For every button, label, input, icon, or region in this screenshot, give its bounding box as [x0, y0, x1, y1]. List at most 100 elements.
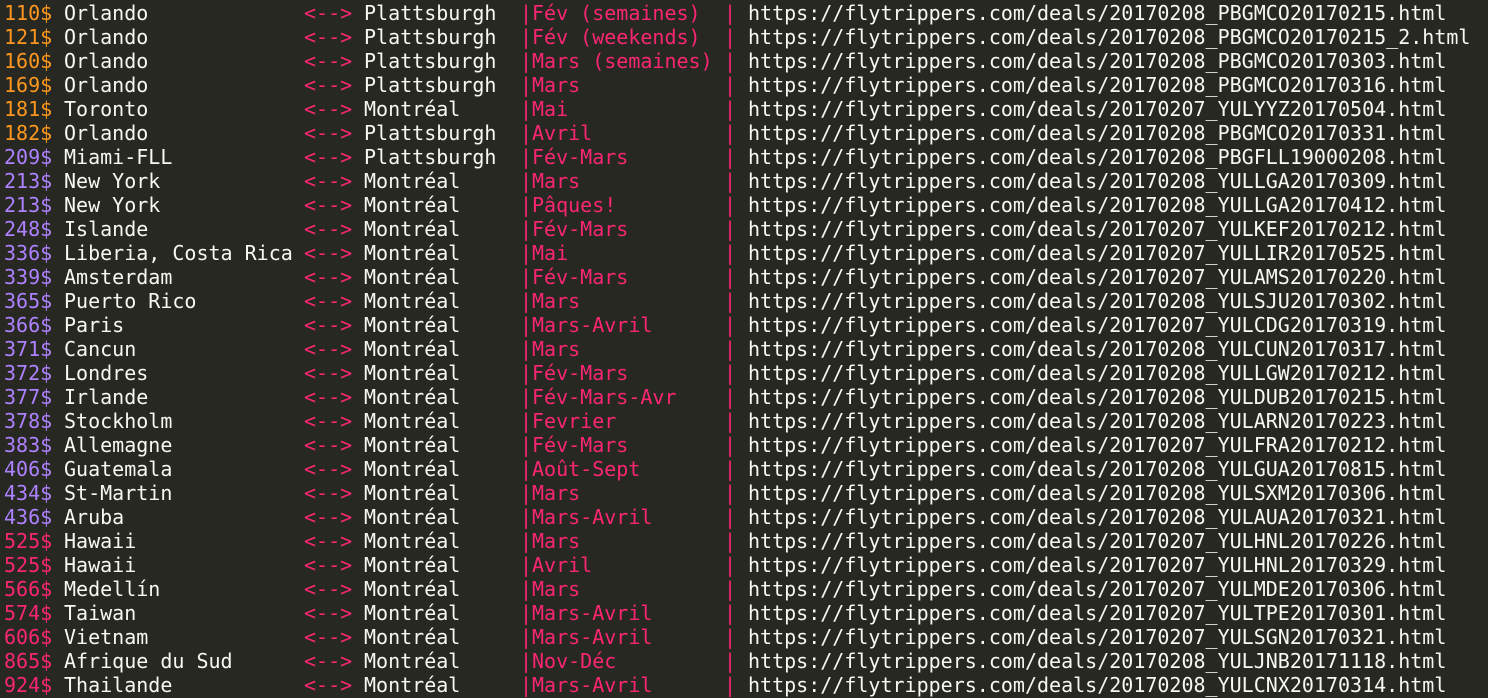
deal-url[interactable]: https://flytrippers.com/deals/20170208_P…: [748, 49, 1446, 73]
deal-url[interactable]: https://flytrippers.com/deals/20170208_Y…: [748, 409, 1446, 433]
deal-url[interactable]: https://flytrippers.com/deals/20170208_Y…: [748, 337, 1446, 361]
round-trip-arrow: <-->: [304, 577, 353, 601]
destination-city: Orlando: [64, 1, 149, 25]
round-trip-arrow: <-->: [304, 265, 353, 289]
column-separator: |: [724, 529, 737, 553]
deal-price: 248$: [4, 217, 53, 241]
column-separator: |: [724, 481, 737, 505]
deal-price: 121$: [4, 25, 53, 49]
destination-city: Islande: [64, 217, 149, 241]
deal-url[interactable]: https://flytrippers.com/deals/20170208_Y…: [748, 169, 1446, 193]
destination-city: Aruba: [64, 505, 125, 529]
travel-period: Fév-Mars: [532, 217, 629, 241]
travel-period: Mars-Avril: [532, 601, 653, 625]
round-trip-arrow: <-->: [304, 361, 353, 385]
deal-url[interactable]: https://flytrippers.com/deals/20170208_Y…: [748, 457, 1446, 481]
origin-city: Montréal: [364, 337, 461, 361]
origin-city: Montréal: [364, 409, 461, 433]
deal-price: 213$: [4, 169, 53, 193]
deal-row: 110$ Orlando <--> Plattsburgh | Fév (semaines…: [4, 1, 1484, 25]
destination-city: Stockholm: [64, 409, 173, 433]
deal-row: 181$ Toronto <--> Montréal | Mai | https://flyt…: [4, 97, 1484, 121]
origin-city: Montréal: [364, 385, 461, 409]
column-separator: |: [520, 601, 533, 625]
deal-url[interactable]: https://flytrippers.com/deals/20170208_Y…: [748, 673, 1446, 697]
origin-city: Plattsburgh: [364, 49, 497, 73]
origin-city: Montréal: [364, 673, 461, 697]
column-separator: |: [724, 145, 737, 169]
column-separator: |: [724, 313, 737, 337]
column-separator: |: [724, 121, 737, 145]
travel-period: Mars-Avril: [532, 313, 653, 337]
deal-url[interactable]: https://flytrippers.com/deals/20170208_Y…: [748, 193, 1446, 217]
column-separator: |: [724, 265, 737, 289]
column-separator: |: [520, 1, 533, 25]
destination-city: New York: [64, 193, 161, 217]
deal-price: 336$: [4, 241, 53, 265]
column-separator: |: [724, 1, 737, 25]
destination-city: Hawaii: [64, 553, 137, 577]
deal-price: 406$: [4, 457, 53, 481]
round-trip-arrow: <-->: [304, 193, 353, 217]
deal-url[interactable]: https://flytrippers.com/deals/20170207_Y…: [748, 241, 1446, 265]
deal-url[interactable]: https://flytrippers.com/deals/20170207_Y…: [748, 433, 1446, 457]
column-separator: |: [520, 241, 533, 265]
column-separator: |: [520, 97, 533, 121]
destination-city: Vietnam: [64, 625, 149, 649]
round-trip-arrow: <-->: [304, 481, 353, 505]
deal-price: 606$: [4, 625, 53, 649]
column-separator: |: [520, 73, 533, 97]
deal-price: 383$: [4, 433, 53, 457]
deal-row: 606$ Vietnam <--> Montréal | Mars-Avril | https…: [4, 625, 1484, 649]
origin-city: Plattsburgh: [364, 1, 497, 25]
deal-url[interactable]: https://flytrippers.com/deals/20170208_P…: [748, 145, 1446, 169]
deal-price: 181$: [4, 97, 53, 121]
deal-url[interactable]: https://flytrippers.com/deals/20170208_P…: [748, 25, 1470, 49]
deal-url[interactable]: https://flytrippers.com/deals/20170208_Y…: [748, 385, 1446, 409]
round-trip-arrow: <-->: [304, 601, 353, 625]
deal-url[interactable]: https://flytrippers.com/deals/20170207_Y…: [748, 313, 1446, 337]
round-trip-arrow: <-->: [304, 73, 353, 97]
destination-city: Orlando: [64, 121, 149, 145]
destination-city: Orlando: [64, 49, 149, 73]
deal-url[interactable]: https://flytrippers.com/deals/20170208_Y…: [748, 361, 1446, 385]
deal-url[interactable]: https://flytrippers.com/deals/20170207_Y…: [748, 265, 1446, 289]
deal-url[interactable]: https://flytrippers.com/deals/20170207_Y…: [748, 217, 1446, 241]
destination-city: Paris: [64, 313, 125, 337]
deal-price: 182$: [4, 121, 53, 145]
destination-city: St-Martin: [64, 481, 173, 505]
deal-url[interactable]: https://flytrippers.com/deals/20170208_Y…: [748, 481, 1446, 505]
deal-url[interactable]: https://flytrippers.com/deals/20170207_Y…: [748, 97, 1446, 121]
deal-url[interactable]: https://flytrippers.com/deals/20170208_Y…: [748, 505, 1446, 529]
column-separator: |: [724, 625, 737, 649]
deal-url[interactable]: https://flytrippers.com/deals/20170207_Y…: [748, 553, 1446, 577]
column-separator: |: [724, 193, 737, 217]
travel-period: Mars: [532, 481, 581, 505]
origin-city: Montréal: [364, 529, 461, 553]
deal-url[interactable]: https://flytrippers.com/deals/20170208_P…: [748, 1, 1446, 25]
deal-row: 377$ Irlande <--> Montréal | Fév-Mars-Avr | htt…: [4, 385, 1484, 409]
deal-url[interactable]: https://flytrippers.com/deals/20170208_P…: [748, 73, 1446, 97]
round-trip-arrow: <-->: [304, 121, 353, 145]
column-separator: |: [520, 217, 533, 241]
deal-url[interactable]: https://flytrippers.com/deals/20170207_Y…: [748, 577, 1446, 601]
column-separator: |: [724, 409, 737, 433]
travel-period: Fév-Mars: [532, 145, 629, 169]
column-separator: |: [724, 601, 737, 625]
round-trip-arrow: <-->: [304, 97, 353, 121]
deal-url[interactable]: https://flytrippers.com/deals/20170208_Y…: [748, 289, 1446, 313]
column-separator: |: [724, 505, 737, 529]
deal-url[interactable]: https://flytrippers.com/deals/20170207_Y…: [748, 529, 1446, 553]
origin-city: Montréal: [364, 553, 461, 577]
origin-city: Montréal: [364, 457, 461, 481]
deal-price: 436$: [4, 505, 53, 529]
deal-url[interactable]: https://flytrippers.com/deals/20170208_Y…: [748, 649, 1446, 673]
deal-url[interactable]: https://flytrippers.com/deals/20170207_Y…: [748, 625, 1446, 649]
round-trip-arrow: <-->: [304, 385, 353, 409]
deal-row: 406$ Guatemala <--> Montréal | Août-Sept | http…: [4, 457, 1484, 481]
deal-url[interactable]: https://flytrippers.com/deals/20170207_Y…: [748, 601, 1446, 625]
deal-row: 366$ Paris <--> Montréal | Mars-Avril | https:/…: [4, 313, 1484, 337]
column-separator: |: [520, 553, 533, 577]
deal-row: 339$ Amsterdam <--> Montréal | Fév-Mars | https…: [4, 265, 1484, 289]
deal-url[interactable]: https://flytrippers.com/deals/20170208_P…: [748, 121, 1446, 145]
